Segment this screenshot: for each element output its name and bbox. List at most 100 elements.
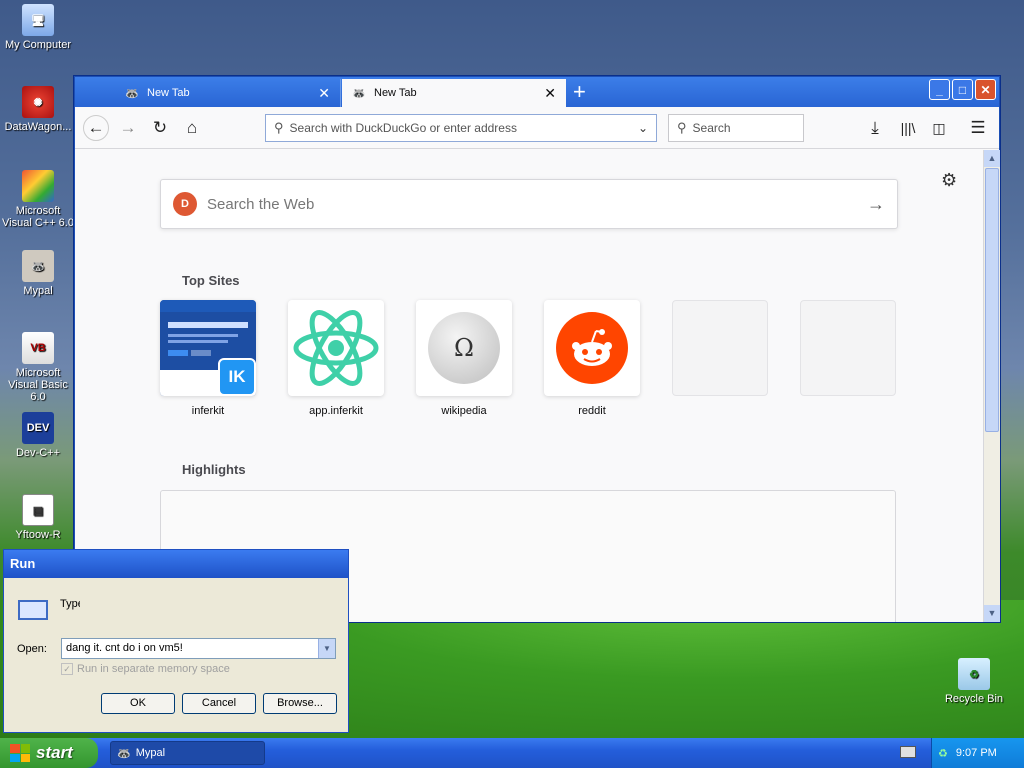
tab-strip: 🦝 New Tab ✕ 🦝 New Tab ✕ + _ □ ✕ — [75, 77, 999, 107]
desktop-icon-datawagon[interactable]: ✺ DataWagon... — [0, 86, 76, 133]
new-tab-button[interactable]: + — [573, 80, 586, 104]
tile-thumbnail — [288, 300, 384, 396]
maximize-button[interactable]: □ — [952, 79, 973, 100]
minimize-button[interactable]: _ — [929, 79, 950, 100]
navigation-toolbar: ← → ↻ ⌂ ⚲ Search with DuckDuckGo or ente… — [75, 107, 999, 149]
downloads-button[interactable]: ⤓ — [862, 115, 888, 141]
run-description: Type the name of a program, folder, docu… — [60, 598, 80, 610]
system-tray: ♻ 9:07 PM — [931, 738, 1024, 768]
top-site-reddit[interactable]: reddit — [544, 300, 640, 417]
computer-icon: 🖥 — [22, 4, 54, 36]
search-icon: ⚲ — [677, 120, 687, 135]
top-sites-title: Top Sites — [182, 273, 240, 288]
top-site-inferkit[interactable]: IK inferkit — [160, 300, 256, 417]
raccoon-favicon-icon: 🦝 — [125, 88, 139, 100]
tab-new-tab-1[interactable]: 🦝 New Tab ✕ — [115, 79, 341, 107]
scroll-up-icon[interactable]: ▲ — [984, 150, 1000, 167]
sidebar-button[interactable]: ◫ — [926, 115, 952, 141]
empty-tile — [800, 300, 896, 396]
reload-button[interactable]: ↻ — [147, 115, 173, 141]
reddit-alien-icon — [556, 312, 628, 384]
raccoon-icon: 🦝 — [22, 250, 54, 282]
duckduckgo-icon: D — [173, 192, 197, 216]
empty-tile — [672, 300, 768, 396]
separate-memory-checkbox: ✓ Run in separate memory space — [61, 663, 230, 675]
search-bar[interactable]: ⚲ Search — [668, 114, 804, 142]
datawagon-icon: ✺ — [22, 86, 54, 118]
document-icon: ▤ — [22, 494, 54, 526]
back-arrow-icon: ← — [87, 118, 105, 137]
visual-basic-icon: VB — [22, 332, 54, 364]
dev-cpp-icon: DEV — [22, 412, 54, 444]
start-button[interactable]: start — [0, 738, 98, 768]
browser-window: 🦝 New Tab ✕ 🦝 New Tab ✕ + _ □ ✕ ← → ↻ ⌂ … — [74, 76, 1000, 622]
run-program-icon — [18, 600, 48, 620]
inferkit-badge: IK — [218, 358, 256, 396]
reload-icon: ↻ — [152, 118, 168, 137]
cancel-button[interactable]: Cancel — [182, 693, 256, 714]
top-site-empty-1 — [672, 300, 768, 417]
top-sites-grid: IK inferkit app.inferkit Ω wikipedia red… — [160, 300, 896, 417]
desktop-icon-dev-cpp[interactable]: DEV Dev-C++ — [0, 412, 76, 459]
chevron-down-icon[interactable]: ▼ — [318, 639, 335, 658]
home-button[interactable]: ⌂ — [179, 115, 205, 141]
top-site-app-inferkit[interactable]: app.inferkit — [288, 300, 384, 417]
library-button[interactable]: |||\ — [895, 115, 921, 141]
scrollbar-thumb[interactable] — [985, 168, 999, 432]
back-button[interactable]: ← — [83, 115, 109, 141]
search-placeholder: Search — [692, 121, 731, 135]
taskbar-item-mypal[interactable]: 🦝 Mypal — [110, 741, 265, 765]
browse-button[interactable]: Browse... — [263, 693, 337, 714]
taskbar: start 🦝 Mypal ♻ 9:07 PM — [0, 738, 1024, 768]
raccoon-favicon-icon: 🦝 — [352, 88, 366, 100]
chevron-down-icon[interactable]: ⌄ — [638, 121, 648, 135]
scroll-down-icon[interactable]: ▼ — [984, 605, 1000, 622]
wikipedia-globe-icon: Ω — [428, 312, 500, 384]
forward-arrow-icon: → — [119, 118, 137, 137]
highlights-title: Highlights — [182, 462, 246, 477]
tile-thumbnail — [544, 300, 640, 396]
close-tab-icon[interactable]: ✕ — [318, 85, 330, 102]
library-icon: |||\ — [900, 120, 916, 136]
arrow-right-icon[interactable]: → — [867, 194, 885, 215]
download-icon: ⤓ — [871, 118, 879, 137]
raccoon-icon: 🦝 — [117, 747, 131, 760]
gear-icon[interactable]: ⚙ — [941, 170, 957, 191]
top-site-empty-2 — [800, 300, 896, 417]
close-tab-icon[interactable]: ✕ — [544, 85, 556, 102]
desktop-icon-visual-basic[interactable]: VB Microsoft Visual Basic 6.0 — [0, 332, 76, 403]
keyboard-icon[interactable] — [900, 746, 916, 758]
address-placeholder: Search with DuckDuckGo or enter address — [289, 121, 517, 135]
tile-thumbnail: IK — [160, 300, 256, 396]
clock[interactable]: 9:07 PM — [956, 747, 997, 759]
desktop-icon-recycle-bin[interactable]: ♻ Recycle Bin — [936, 658, 1012, 705]
web-search-box[interactable]: D Search the Web → — [160, 179, 898, 229]
ok-button[interactable]: OK — [101, 693, 175, 714]
home-icon: ⌂ — [186, 118, 198, 137]
desktop-icon-mypal[interactable]: 🦝 Mypal — [0, 250, 76, 297]
windows-logo-icon — [10, 744, 30, 762]
desktop-icon-visual-cpp[interactable]: Microsoft Visual C++ 6.0 — [0, 170, 76, 229]
address-bar[interactable]: ⚲ Search with DuckDuckGo or enter addres… — [265, 114, 657, 142]
desktop-icon-yftoow[interactable]: ▤ Yftoow-R — [0, 494, 76, 541]
top-site-wikipedia[interactable]: Ω wikipedia — [416, 300, 512, 417]
sidebar-icon: ◫ — [932, 119, 946, 136]
desktop-icon-my-computer[interactable]: 🖥 My Computer — [0, 4, 76, 51]
recycle-bin-icon: ♻ — [958, 658, 990, 690]
forward-button[interactable]: → — [115, 115, 141, 141]
run-dialog: Run Type the name of a program, folder, … — [3, 549, 349, 733]
run-dialog-title: Run — [4, 550, 348, 578]
tile-thumbnail: Ω — [416, 300, 512, 396]
close-window-button[interactable]: ✕ — [975, 79, 996, 100]
react-atom-icon — [293, 310, 379, 386]
visual-cpp-icon — [22, 170, 54, 202]
hamburger-icon: ☰ — [970, 118, 986, 137]
network-icon[interactable]: ♻ — [938, 747, 948, 760]
checkbox-checked-icon: ✓ — [61, 663, 73, 675]
menu-button[interactable]: ☰ — [965, 115, 991, 141]
vertical-scrollbar[interactable]: ▲ ▼ — [983, 150, 1000, 622]
web-search-placeholder: Search the Web — [207, 195, 315, 213]
tab-new-tab-2[interactable]: 🦝 New Tab ✕ — [342, 79, 566, 107]
search-icon: ⚲ — [274, 120, 284, 135]
open-input[interactable]: dang it. cnt do i on vm5! ▼ — [61, 638, 336, 659]
